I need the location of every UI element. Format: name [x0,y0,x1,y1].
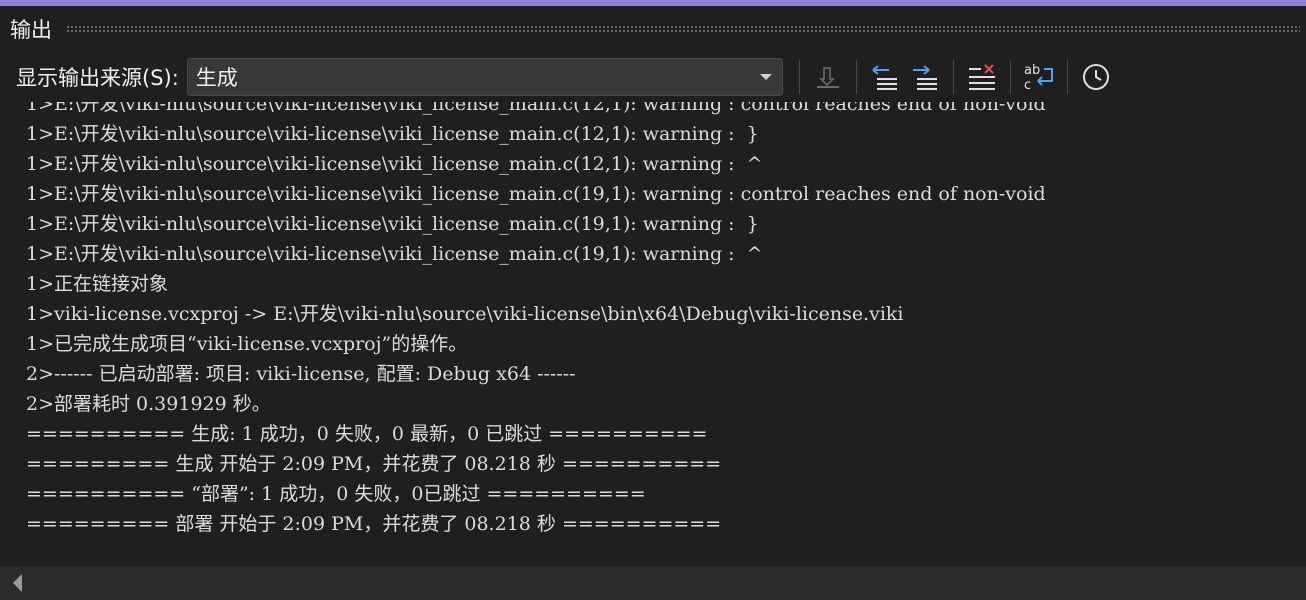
toggle-word-wrap-button[interactable]: ab c [1019,57,1059,97]
find-message-in-code-button[interactable] [808,57,848,97]
svg-text:c: c [1024,78,1031,93]
output-source-value: 生成 [195,66,238,90]
output-line: 1>viki-license.vcxproj -> E:\开发\viki-nlu… [26,303,904,325]
toolbar-separator [1009,60,1011,94]
prev-message-icon [872,65,897,90]
next-message-button[interactable] [905,57,945,97]
output-source-dropdown[interactable]: 生成 [186,58,783,96]
toggle-word-wrap-icon: ab c [1024,63,1053,93]
drag-grip[interactable] [66,25,1300,33]
output-line: ========= 部署 开始于 2:09 PM，并花费了 08.218 秒 =… [26,513,722,535]
scroll-left-button[interactable] [0,566,34,600]
source-label: 显示输出来源(S): [16,66,179,90]
panel-title-bar[interactable]: 输出 [0,6,1306,52]
chevron-left-icon [12,574,22,592]
output-text-area[interactable]: 1>E:\开发\viki-nlu\source\viki-license\vik… [0,102,1306,566]
output-lines: 1>E:\开发\viki-nlu\source\viki-license\vik… [26,102,1046,539]
toggle-timestamp-button[interactable] [1076,57,1116,97]
output-line: ========== “部署”: 1 成功，0 失败，0已跳过 ========… [26,483,646,505]
output-panel: 输出 显示输出来源(S): 生成 ab c 1>E:\开发\viki-nlu\s… [0,0,1306,600]
output-line: 2>------ 已启动部署: 项目: viki-license, 配置: De… [26,363,576,385]
horizontal-scrollbar[interactable] [0,566,1306,600]
clear-all-icon [968,64,995,90]
output-toolbar: 显示输出来源(S): 生成 ab c [0,52,1306,102]
output-line: 1>E:\开发\viki-nlu\source\viki-license\vik… [26,183,1046,205]
output-line: ========= 生成 开始于 2:09 PM，并花费了 08.218 秒 =… [26,453,722,475]
chevron-down-icon [759,74,772,80]
next-message-icon [912,65,937,90]
toolbar-separator [1066,60,1068,94]
find-message-in-code-icon [816,67,839,88]
output-line: ========== 生成: 1 成功，0 失败，0 最新，0 已跳过 ====… [26,423,708,445]
prev-message-button[interactable] [865,57,905,97]
output-line: 1>正在链接对象 [26,273,169,295]
output-line: 1>已完成生成项目“viki-license.vcxproj”的操作。 [26,333,468,355]
toolbar-separator [798,60,800,94]
output-line: 1>E:\开发\viki-nlu\source\viki-license\vik… [26,102,1046,115]
clear-all-button[interactable] [962,57,1002,97]
toolbar-separator [855,60,857,94]
toggle-timestamp-icon [1082,64,1109,90]
toolbar-separator [952,60,954,94]
output-line: 1>E:\开发\viki-nlu\source\viki-license\vik… [26,153,763,175]
output-line: 1>E:\开发\viki-nlu\source\viki-license\vik… [26,213,759,235]
output-line: 1>E:\开发\viki-nlu\source\viki-license\vik… [26,123,759,145]
panel-title: 输出 [10,18,52,42]
output-line: 2>部署耗时 0.391929 秒。 [26,393,271,415]
output-line: 1>E:\开发\viki-nlu\source\viki-license\vik… [26,243,763,265]
svg-text:ab: ab [1024,63,1040,78]
